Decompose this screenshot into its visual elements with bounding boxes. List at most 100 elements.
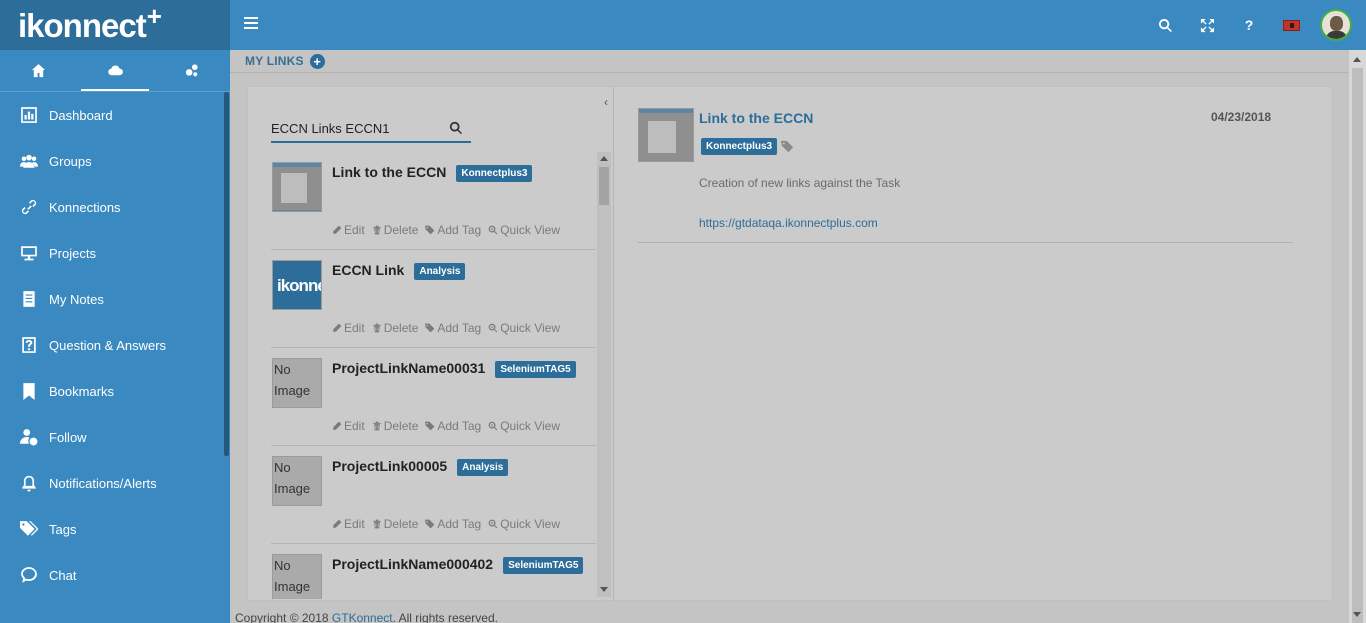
- help-button[interactable]: ?: [1228, 0, 1270, 50]
- tab-cloud[interactable]: [77, 50, 154, 91]
- list-item[interactable]: ikonnect+ ECCN Link Analysis Edit Delete …: [271, 250, 596, 348]
- detail-url-link[interactable]: https://gtdataqa.ikonnectplus.com: [699, 216, 878, 230]
- add-tag-button[interactable]: Add Tag: [425, 223, 481, 237]
- tag-badge[interactable]: Analysis: [414, 263, 466, 280]
- edit-label: Edit: [344, 517, 365, 531]
- list-scrollbar[interactable]: [597, 152, 611, 597]
- scroll-down-arrow-icon[interactable]: [600, 587, 608, 592]
- detail-thumbnail[interactable]: [638, 108, 694, 162]
- scroll-up-arrow-icon[interactable]: [600, 156, 608, 161]
- page-title: MY LINKS: [245, 54, 304, 68]
- add-link-button[interactable]: +: [309, 53, 325, 69]
- link-title[interactable]: ProjectLinkName000402: [332, 556, 493, 572]
- edit-button[interactable]: Edit: [332, 517, 365, 531]
- pencil-icon: [333, 421, 342, 430]
- dashboard-icon: [19, 105, 39, 125]
- tag-badge[interactable]: SeleniumTAG5: [495, 361, 576, 378]
- tab-home[interactable]: [0, 50, 77, 91]
- list-item[interactable]: No Image ProjectLink00005 Analysis Edit D…: [271, 446, 596, 544]
- sidebar-item-chat[interactable]: Chat: [0, 552, 230, 598]
- link-title[interactable]: ECCN Link: [332, 262, 404, 278]
- help-icon: ?: [1244, 17, 1254, 33]
- link-title[interactable]: ProjectLinkName00031: [332, 360, 485, 376]
- topbar-actions: ?: [1144, 0, 1366, 50]
- search-input[interactable]: [271, 117, 441, 136]
- delete-button[interactable]: Delete: [372, 223, 418, 237]
- sidebar-item-konnections[interactable]: Konnections: [0, 184, 230, 230]
- link-thumbnail[interactable]: No Image: [272, 456, 322, 506]
- tag-badge[interactable]: Analysis: [457, 459, 509, 476]
- detail-divider: [638, 242, 1293, 243]
- edit-label: Edit: [344, 223, 365, 237]
- list-item[interactable]: No Image ProjectLinkName000402 SeleniumTA…: [271, 544, 596, 599]
- scroll-thumb[interactable]: [599, 167, 609, 205]
- scroll-up-arrow-icon[interactable]: [1353, 57, 1361, 62]
- link-title-row: ECCN Link Analysis: [332, 262, 466, 281]
- language-button[interactable]: [1270, 0, 1312, 50]
- delete-button[interactable]: Delete: [372, 517, 418, 531]
- detail-title[interactable]: Link to the ECCN: [699, 110, 813, 126]
- delete-button[interactable]: Delete: [372, 321, 418, 335]
- zoom-icon: [488, 519, 498, 529]
- sidebar-item-tags[interactable]: Tags: [0, 506, 230, 552]
- search-button[interactable]: [1144, 0, 1186, 50]
- links-list: Link to the ECCN Konnectplus3 Edit Delete…: [271, 152, 596, 599]
- link-actions: Edit Delete Add Tag Quick View: [332, 419, 567, 433]
- edit-button[interactable]: Edit: [332, 321, 365, 335]
- sidebar-item-bookmarks[interactable]: Bookmarks: [0, 368, 230, 414]
- quick-view-button[interactable]: Quick View: [488, 419, 560, 433]
- pencil-icon: [333, 323, 342, 332]
- sidebar-item-projects[interactable]: Projects: [0, 230, 230, 276]
- page-scrollbar[interactable]: [1349, 50, 1366, 623]
- list-item[interactable]: Link to the ECCN Konnectplus3 Edit Delete…: [271, 152, 596, 250]
- tag-badge[interactable]: Konnectplus3: [456, 165, 533, 182]
- link-thumbnail[interactable]: No Image: [272, 358, 322, 408]
- link-title-row: ProjectLink00005 Analysis: [332, 458, 509, 477]
- collapse-chevron-icon[interactable]: ‹: [604, 95, 608, 109]
- quick-view-button[interactable]: Quick View: [488, 223, 560, 237]
- edit-button[interactable]: Edit: [332, 223, 365, 237]
- add-tag-button[interactable]: Add Tag: [425, 419, 481, 433]
- sidebar-item-label: Dashboard: [49, 107, 113, 123]
- link-thumbnail[interactable]: No Image: [272, 554, 322, 599]
- footer-company-link[interactable]: GTKonnect: [332, 611, 393, 623]
- scroll-down-arrow-icon[interactable]: [1353, 612, 1361, 617]
- tag-icon[interactable]: [781, 140, 794, 153]
- sidebar-item-label: Tags: [49, 521, 77, 537]
- sidebar-item-dashboard[interactable]: Dashboard: [0, 92, 230, 138]
- add-tag-button[interactable]: Add Tag: [425, 517, 481, 531]
- link-title[interactable]: Link to the ECCN: [332, 164, 446, 180]
- edit-button[interactable]: Edit: [332, 419, 365, 433]
- hamburger-menu-icon[interactable]: [244, 17, 258, 31]
- footer-prefix: Copyright © 2018: [235, 611, 332, 623]
- sidebar-nav: Dashboard Groups Konnections Projects My…: [0, 92, 230, 598]
- pencil-icon: [333, 225, 342, 234]
- avatar[interactable]: [1320, 9, 1352, 41]
- sidebar-item-notifications[interactable]: Notifications/Alerts: [0, 460, 230, 506]
- quick-view-label: Quick View: [500, 517, 561, 531]
- zoom-icon: [488, 323, 498, 333]
- tab-settings[interactable]: [153, 50, 230, 91]
- sidebar-item-follow[interactable]: Follow: [0, 414, 230, 460]
- tag-badge[interactable]: SeleniumTAG5: [503, 557, 584, 574]
- fullscreen-button[interactable]: [1186, 0, 1228, 50]
- detail-tag-badge[interactable]: Konnectplus3: [701, 138, 778, 155]
- delete-button[interactable]: Delete: [372, 419, 418, 433]
- scroll-thumb[interactable]: [1352, 68, 1363, 623]
- sidebar-item-question-answers[interactable]: Question & Answers: [0, 322, 230, 368]
- link-thumbnail[interactable]: ikonnect+: [272, 260, 322, 310]
- sidebar-scrollbar[interactable]: [224, 92, 229, 456]
- link-title[interactable]: ProjectLink00005: [332, 458, 447, 474]
- quick-view-button[interactable]: Quick View: [488, 517, 560, 531]
- sidebar-item-groups[interactable]: Groups: [0, 138, 230, 184]
- sidebar-item-my-notes[interactable]: My Notes: [0, 276, 230, 322]
- quick-view-button[interactable]: Quick View: [488, 321, 560, 335]
- add-tag-button[interactable]: Add Tag: [425, 321, 481, 335]
- projects-icon: [19, 243, 39, 263]
- link-thumbnail[interactable]: [272, 162, 322, 212]
- sidebar-tabs: [0, 50, 230, 92]
- search-icon[interactable]: [449, 121, 463, 135]
- brand-logo[interactable]: ikonnect+: [0, 0, 230, 50]
- trash-icon: [372, 519, 381, 529]
- list-item[interactable]: No Image ProjectLinkName00031 SeleniumTAG…: [271, 348, 596, 446]
